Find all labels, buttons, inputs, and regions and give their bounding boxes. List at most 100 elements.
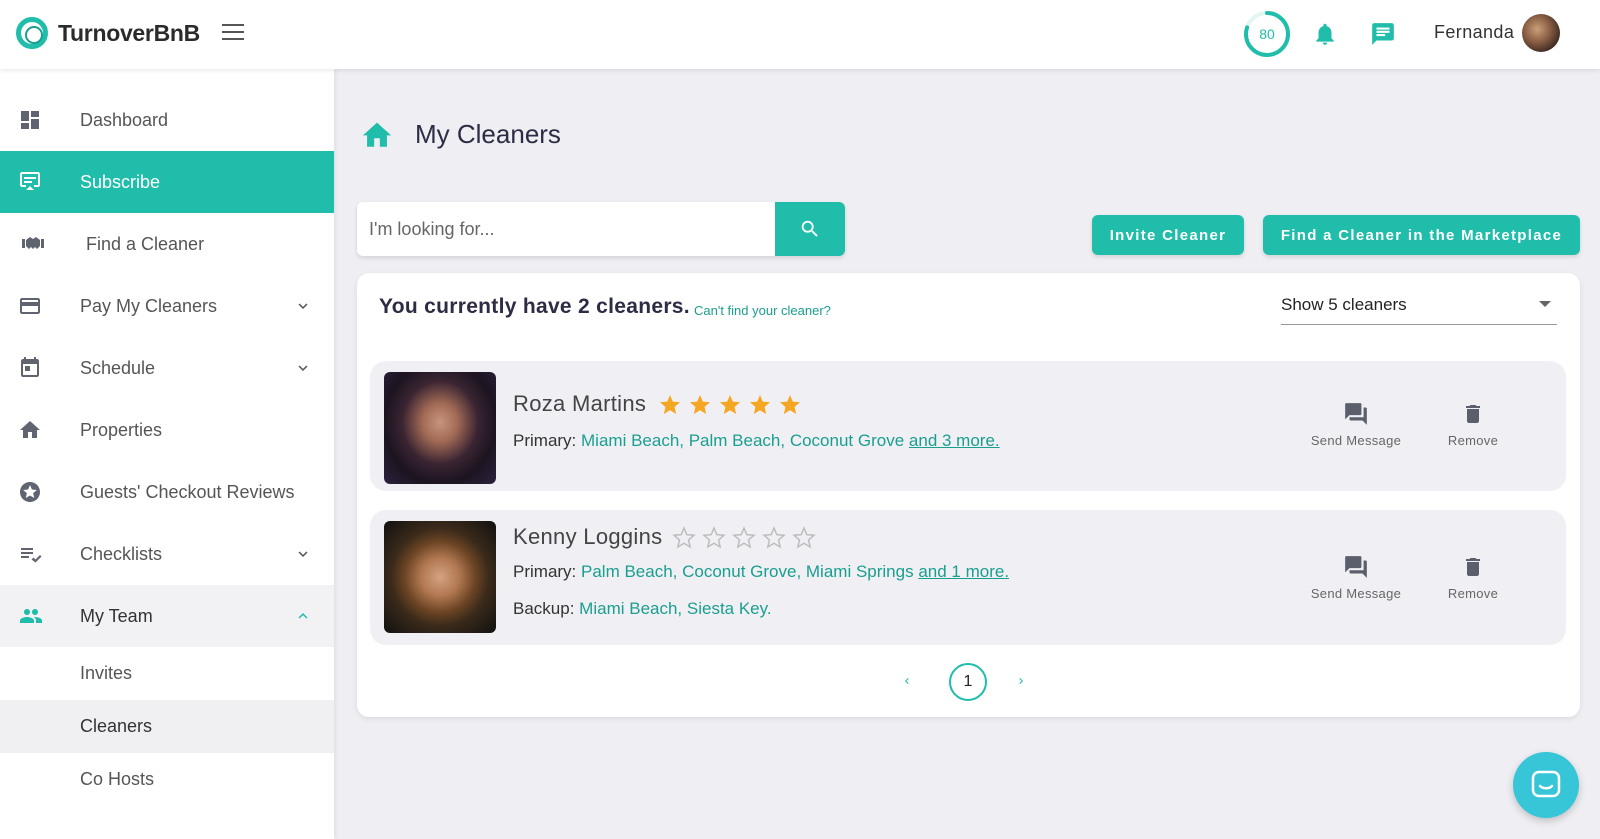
page-title: My Cleaners <box>415 119 561 149</box>
handshake-icon <box>22 237 44 249</box>
primary-area-list: Miami Beach, Palm Beach, Coconut Grove <box>581 431 905 450</box>
home-icon <box>362 122 392 147</box>
checklist-icon <box>21 548 42 563</box>
chevron-up-icon <box>298 613 308 619</box>
forum-icon <box>1345 403 1367 425</box>
sidebar: Dashboard Subscribe Find a Cleaner Pay M… <box>0 69 334 839</box>
dropdown-caret-icon <box>1539 301 1551 307</box>
primary-areas: Primary: Palm Beach, Coconut Grove, Miam… <box>513 562 1009 582</box>
sidebar-item-pay-my-cleaners[interactable]: Pay My Cleaners <box>0 275 334 337</box>
backup-areas: Backup: Miami Beach, Siesta Key. <box>513 599 772 619</box>
chevron-down-icon <box>298 303 308 309</box>
cleaner-name[interactable]: Roza Martins <box>513 391 646 417</box>
cleaners-count-heading: You currently have 2 cleaners. <box>379 295 690 318</box>
remove-button[interactable]: Remove <box>1423 554 1523 601</box>
trash-icon <box>1466 558 1480 576</box>
dashboard-icon <box>21 111 39 129</box>
sidebar-item-checklists[interactable]: Checklists <box>0 523 334 585</box>
bell-icon[interactable] <box>1312 21 1338 47</box>
star-empty-icon <box>732 526 756 549</box>
logo-mark-icon <box>16 17 48 49</box>
send-message-button[interactable]: Send Message <box>1306 401 1406 448</box>
support-chat-button[interactable] <box>1513 752 1579 818</box>
sidebar-item-find-a-cleaner[interactable]: Find a Cleaner <box>0 213 334 275</box>
star-filled-icon <box>780 395 800 414</box>
cleaner-photo[interactable] <box>384 521 496 633</box>
backup-label: Backup: <box>513 599 575 618</box>
pagination: 1 <box>357 661 1580 701</box>
sidebar-item-guests-checkout-reviews[interactable]: Guests' Checkout Reviews <box>0 461 334 523</box>
sidebar-item-my-team[interactable]: My Team <box>0 585 334 647</box>
sidebar-item-label: Dashboard <box>80 109 169 130</box>
cleaner-row: Kenny Loggins Primary: Palm Beach, Cocon… <box>370 510 1566 645</box>
star-empty-icon <box>702 526 726 549</box>
page-number-current[interactable]: 1 <box>949 663 987 701</box>
remove-label: Remove <box>1447 433 1499 448</box>
sidebar-item-dashboard[interactable]: Dashboard <box>0 89 334 151</box>
credit-card-icon <box>20 298 40 314</box>
sidebar-item-label: Properties <box>80 419 163 440</box>
chevron-right-icon[interactable] <box>1015 675 1027 687</box>
calendar-icon <box>21 357 39 377</box>
star-badge-icon <box>20 482 40 502</box>
send-message-label: Send Message <box>1310 433 1402 448</box>
user-name[interactable]: Fernanda <box>1434 22 1514 43</box>
sidebar-item-schedule[interactable]: Schedule <box>0 337 334 399</box>
sidebar-item-label: Schedule <box>80 357 156 378</box>
sidebar-item-label: Subscribe <box>80 171 161 192</box>
cleaner-name[interactable]: Kenny Loggins <box>513 524 662 550</box>
sidebar-item-label: Checklists <box>80 543 163 564</box>
send-message-label: Send Message <box>1310 586 1402 601</box>
sidebar-subitem-label: Co Hosts <box>80 769 155 789</box>
chevron-left-icon[interactable] <box>901 675 913 687</box>
search-button[interactable] <box>775 202 845 256</box>
sidebar-subitem-label: Invites <box>80 663 133 683</box>
primary-more-link[interactable]: and 3 more. <box>909 431 1000 450</box>
sidebar-subitem-cleaners[interactable]: Cleaners <box>0 700 334 753</box>
star-filled-icon <box>690 395 710 414</box>
score-value: 80 <box>1259 26 1275 42</box>
sidebar-subitem-co-hosts[interactable]: Co Hosts <box>0 753 334 806</box>
cleaners-card: You currently have 2 cleaners. Can't fin… <box>357 273 1580 717</box>
sidebar-subitem-label: Cleaners <box>80 716 153 736</box>
invite-cleaner-button[interactable]: Invite Cleaner <box>1092 215 1244 255</box>
primary-label: Primary: <box>513 562 577 581</box>
find-cleaner-marketplace-button[interactable]: Find a Cleaner in the Marketplace <box>1263 215 1580 255</box>
chat-icon[interactable] <box>1370 21 1396 47</box>
top-bar: TurnoverBnB 80 Fernanda <box>0 0 1600 69</box>
primary-more-link[interactable]: and 1 more. <box>918 562 1009 581</box>
chevron-down-icon <box>298 551 308 557</box>
remove-button[interactable]: Remove <box>1423 401 1523 448</box>
app-name: TurnoverBnB <box>58 19 200 46</box>
sidebar-item-properties[interactable]: Properties <box>0 399 334 461</box>
sidebar-subitem-invites[interactable]: Invites <box>0 647 334 700</box>
sidebar-item-label: My Team <box>80 605 153 626</box>
primary-areas: Primary: Miami Beach, Palm Beach, Coconu… <box>513 431 1000 451</box>
subscribe-icon <box>20 172 40 190</box>
app-logo[interactable]: TurnoverBnB <box>16 17 200 49</box>
primary-label: Primary: <box>513 431 577 450</box>
sidebar-item-label: Find a Cleaner <box>86 233 205 254</box>
home-icon <box>20 421 40 438</box>
show-count-value: Show 5 cleaners <box>1281 295 1407 314</box>
search-input[interactable] <box>357 202 775 256</box>
cant-find-cleaner-link[interactable]: Can't find your cleaner? <box>694 303 831 318</box>
cleaner-photo[interactable] <box>384 372 496 484</box>
star-filled-icon <box>750 395 770 414</box>
star-filled-icon <box>660 395 680 414</box>
forum-icon <box>1345 556 1367 578</box>
send-message-button[interactable]: Send Message <box>1306 554 1406 601</box>
star-empty-icon <box>762 526 786 549</box>
primary-area-list: Palm Beach, Coconut Grove, Miami Springs <box>581 562 914 581</box>
hamburger-menu-icon[interactable] <box>222 24 244 42</box>
backup-area-list: Miami Beach, Siesta Key. <box>579 599 772 618</box>
sidebar-item-label: Pay My Cleaners <box>80 295 218 316</box>
cleaner-rating <box>672 526 822 550</box>
search-bar <box>357 202 845 256</box>
score-indicator[interactable]: 80 <box>1242 9 1292 59</box>
user-avatar[interactable] <box>1522 14 1560 52</box>
sidebar-item-subscribe[interactable]: Subscribe <box>0 151 334 213</box>
cleaner-rating <box>658 393 808 417</box>
show-count-select[interactable]: Show 5 cleaners <box>1281 291 1557 325</box>
cleaner-row: Roza Martins Primary: Miami Beach, Palm … <box>370 361 1566 491</box>
